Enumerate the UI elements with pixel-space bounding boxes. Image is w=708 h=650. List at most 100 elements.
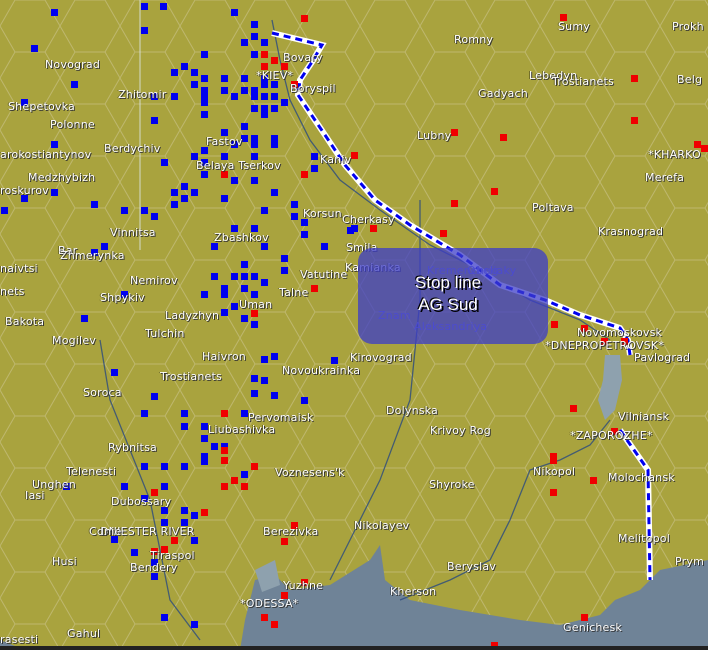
axis-unit-counter[interactable] — [131, 549, 138, 556]
axis-unit-counter[interactable] — [231, 303, 238, 310]
axis-unit-counter[interactable] — [251, 375, 258, 382]
axis-unit-counter[interactable] — [121, 483, 128, 490]
axis-unit-counter[interactable] — [231, 93, 238, 100]
axis-unit-counter[interactable] — [211, 443, 218, 450]
soviet-unit-counter[interactable] — [491, 188, 498, 195]
soviet-unit-counter[interactable] — [550, 489, 557, 496]
axis-unit-counter[interactable] — [51, 141, 58, 148]
axis-unit-counter[interactable] — [181, 507, 188, 514]
axis-unit-counter[interactable] — [191, 81, 198, 88]
axis-unit-counter[interactable] — [1, 207, 8, 214]
axis-unit-counter[interactable] — [191, 537, 198, 544]
axis-unit-counter[interactable] — [231, 177, 238, 184]
axis-unit-counter[interactable] — [91, 201, 98, 208]
axis-unit-counter[interactable] — [251, 177, 258, 184]
soviet-unit-counter[interactable] — [201, 509, 208, 516]
axis-unit-counter[interactable] — [71, 81, 78, 88]
axis-unit-counter[interactable] — [171, 189, 178, 196]
soviet-unit-counter[interactable] — [370, 225, 377, 232]
axis-unit-counter[interactable] — [201, 51, 208, 58]
axis-unit-counter[interactable] — [241, 75, 248, 82]
soviet-unit-counter[interactable] — [231, 477, 238, 484]
axis-unit-counter[interactable] — [161, 483, 168, 490]
axis-unit-counter[interactable] — [271, 141, 278, 148]
axis-unit-counter[interactable] — [171, 93, 178, 100]
soviet-unit-counter[interactable] — [281, 538, 288, 545]
axis-unit-counter[interactable] — [261, 93, 268, 100]
axis-unit-counter[interactable] — [271, 93, 278, 100]
soviet-unit-counter[interactable] — [500, 134, 507, 141]
axis-unit-counter[interactable] — [201, 435, 208, 442]
axis-unit-counter[interactable] — [201, 147, 208, 154]
soviet-unit-counter[interactable] — [221, 483, 228, 490]
axis-unit-counter[interactable] — [181, 463, 188, 470]
axis-unit-counter[interactable] — [201, 171, 208, 178]
soviet-unit-counter[interactable] — [631, 117, 638, 124]
axis-unit-counter[interactable] — [221, 291, 228, 298]
axis-unit-counter[interactable] — [291, 201, 298, 208]
axis-unit-counter[interactable] — [141, 463, 148, 470]
axis-unit-counter[interactable] — [321, 243, 328, 250]
axis-unit-counter[interactable] — [151, 573, 158, 580]
axis-unit-counter[interactable] — [201, 458, 208, 465]
axis-unit-counter[interactable] — [271, 392, 278, 399]
axis-unit-counter[interactable] — [181, 423, 188, 430]
axis-unit-counter[interactable] — [261, 356, 268, 363]
axis-unit-counter[interactable] — [181, 183, 188, 190]
axis-unit-counter[interactable] — [161, 507, 168, 514]
soviet-unit-counter[interactable] — [550, 457, 557, 464]
axis-unit-counter[interactable] — [201, 423, 208, 430]
map-terrain[interactable] — [0, 0, 708, 650]
axis-unit-counter[interactable] — [251, 93, 258, 100]
soviet-unit-counter[interactable] — [694, 141, 701, 148]
axis-unit-counter[interactable] — [281, 267, 288, 274]
axis-unit-counter[interactable] — [261, 39, 268, 46]
axis-unit-counter[interactable] — [351, 225, 358, 232]
axis-unit-counter[interactable] — [241, 471, 248, 478]
axis-unit-counter[interactable] — [301, 219, 308, 226]
axis-unit-counter[interactable] — [251, 291, 258, 298]
axis-unit-counter[interactable] — [51, 9, 58, 16]
axis-unit-counter[interactable] — [251, 105, 258, 112]
axis-unit-counter[interactable] — [331, 357, 338, 364]
axis-unit-counter[interactable] — [191, 69, 198, 76]
soviet-unit-counter[interactable] — [590, 477, 597, 484]
soviet-unit-counter[interactable] — [251, 310, 258, 317]
soviet-unit-counter[interactable] — [351, 152, 358, 159]
soviet-unit-counter[interactable] — [221, 447, 228, 454]
axis-unit-counter[interactable] — [221, 195, 228, 202]
axis-unit-counter[interactable] — [261, 377, 268, 384]
soviet-unit-counter[interactable] — [311, 285, 318, 292]
axis-unit-counter[interactable] — [311, 153, 318, 160]
axis-unit-counter[interactable] — [171, 69, 178, 76]
soviet-unit-counter[interactable] — [301, 15, 308, 22]
axis-unit-counter[interactable] — [301, 397, 308, 404]
axis-unit-counter[interactable] — [241, 39, 248, 46]
soviet-unit-counter[interactable] — [440, 230, 447, 237]
soviet-unit-counter[interactable] — [261, 51, 268, 58]
axis-unit-counter[interactable] — [151, 213, 158, 220]
axis-unit-counter[interactable] — [301, 231, 308, 238]
axis-unit-counter[interactable] — [191, 189, 198, 196]
axis-unit-counter[interactable] — [241, 87, 248, 94]
axis-unit-counter[interactable] — [271, 105, 278, 112]
soviet-unit-counter[interactable] — [451, 200, 458, 207]
axis-unit-counter[interactable] — [251, 51, 258, 58]
soviet-unit-counter[interactable] — [581, 614, 588, 621]
axis-unit-counter[interactable] — [231, 9, 238, 16]
axis-unit-counter[interactable] — [160, 3, 167, 10]
axis-unit-counter[interactable] — [241, 410, 248, 417]
soviet-unit-counter[interactable] — [701, 145, 708, 152]
axis-unit-counter[interactable] — [251, 273, 258, 280]
soviet-unit-counter[interactable] — [570, 405, 577, 412]
axis-unit-counter[interactable] — [141, 207, 148, 214]
axis-unit-counter[interactable] — [261, 279, 268, 286]
axis-unit-counter[interactable] — [271, 189, 278, 196]
axis-unit-counter[interactable] — [171, 201, 178, 208]
axis-unit-counter[interactable] — [281, 255, 288, 262]
soviet-unit-counter[interactable] — [221, 171, 228, 178]
axis-unit-counter[interactable] — [251, 321, 258, 328]
axis-unit-counter[interactable] — [241, 273, 248, 280]
axis-unit-counter[interactable] — [201, 75, 208, 82]
axis-unit-counter[interactable] — [51, 189, 58, 196]
